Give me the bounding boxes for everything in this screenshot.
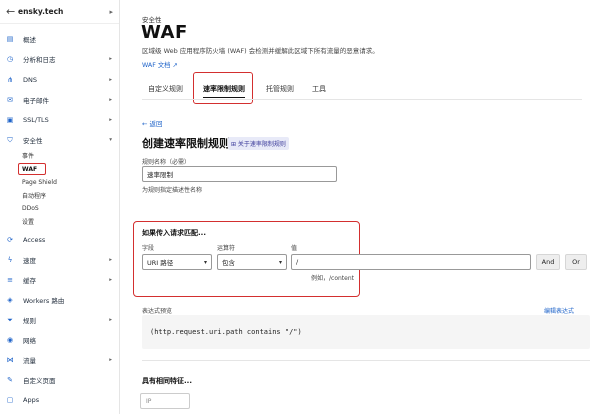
operator-select[interactable]: 包含 ▾ [217,254,287,270]
tab-divider [142,99,582,100]
sidebar-item-label: Workers 路由 [23,297,65,305]
sidebar-sub-events[interactable]: 事件 [22,150,34,161]
sidebar: ← ensky.tech ▸ ▤ 概述 ◷ 分析和日志 ▸ ⋔ DNS ▸ ✉ … [0,0,120,414]
site-selector[interactable]: ← ensky.tech ▸ [0,0,119,24]
back-link[interactable]: ← 返回 [142,118,163,128]
sidebar-item-label: 速度 [23,257,36,265]
tab-managed-rules[interactable]: 托管规则 [266,80,294,98]
characteristic-select[interactable]: IP [140,393,190,409]
caret-down-icon: ▾ [203,258,207,266]
sidebar-item-overview[interactable]: ▤ 概述 [0,32,120,46]
sidebar-item-label: 流量 [23,357,36,365]
lock-icon: ▣ [6,116,14,124]
section-divider [142,360,590,361]
match-section-title: 如果传入请求匹配... [142,229,206,237]
sidebar-item-rules[interactable]: ⏷ 规则 ▸ [0,313,120,327]
sidebar-item-caching[interactable]: ≡ 缓存 ▸ [0,273,120,287]
network-icon: ⋔ [7,76,13,84]
sidebar-item-label: 安全性 [23,137,43,145]
stack-icon: ≡ [7,276,13,284]
value-hint: 例如，/content [311,275,354,282]
sidebar-item-ssl[interactable]: ▣ SSL/TLS ▸ [0,113,120,127]
wrench-icon: ✎ [7,376,13,384]
sidebar-item-apps[interactable]: ▢ Apps [0,393,120,407]
sidebar-item-security[interactable]: ⛉ 安全性 ▾ [0,133,120,147]
sidebar-item-label: 分析和日志 [23,56,56,64]
page-title: WAF [141,22,188,43]
chevron-right-icon: ▸ [109,277,112,283]
sidebar-item-label: Apps [23,396,40,404]
chevron-right-icon: ▸ [109,117,112,123]
tab-custom-rules[interactable]: 自定义规则 [148,80,183,98]
site-name: ensky.tech [18,7,64,16]
chevron-right-icon: ▸ [109,257,112,263]
operator-select-value: 包含 [222,259,235,267]
sidebar-item-label: 规则 [23,317,36,325]
sidebar-sub-settings[interactable]: 设置 [22,216,34,227]
apps-icon: ▢ [6,396,14,404]
back-arrow-icon[interactable]: ← [6,5,18,18]
sidebar-sub-bots[interactable]: 自动程序 [22,190,46,201]
sidebar-item-network[interactable]: ◉ 网络 [0,333,120,347]
access-icon: ⟳ [7,236,13,244]
main-content: 安全性 WAF 区域级 Web 应用程序防火墙 (WAF) 会检测并缓解此区域下… [120,0,600,414]
chevron-down-icon: ▾ [109,137,112,143]
sidebar-item-traffic[interactable]: ⋈ 流量 ▸ [0,353,120,367]
same-characteristics-title: 具有相同特征... [142,377,192,385]
field-select-value: URI 路径 [147,259,174,267]
sidebar-item-speed[interactable]: ϟ 速度 ▸ [0,253,120,267]
share-icon: ⋈ [6,356,14,364]
field-select[interactable]: URI 路径 ▾ [142,254,212,270]
rule-name-input[interactable]: 速率限制 [142,166,337,182]
sidebar-item-label: SSL/TLS [23,116,49,124]
sidebar-item-workers[interactable]: ◈ Workers 路由 [0,293,120,307]
caret-down-icon: ▾ [278,258,282,266]
tab-tools[interactable]: 工具 [312,80,326,98]
or-button[interactable]: Or [565,254,587,270]
section-heading: 创建速率限制规则 [142,137,230,150]
value-input[interactable]: / [291,254,531,270]
pin-icon: ◉ [6,336,14,344]
sidebar-item-email[interactable]: ✉ 电子邮件 ▸ [0,93,120,107]
sidebar-item-label: 自定义页面 [23,377,56,385]
chevron-right-icon: ▸ [109,7,113,16]
chevron-right-icon: ▸ [109,56,112,62]
clock-icon: ◷ [6,55,14,63]
sidebar-item-label: 网络 [23,337,36,345]
chevron-right-icon: ▸ [109,97,112,103]
chevron-right-icon: ▸ [109,317,112,323]
operator-label: 运算符 [217,245,236,252]
about-rate-limit-link[interactable]: ⊞ 关于速率限制规则 [228,137,289,150]
sidebar-item-access[interactable]: ⟳ Access [0,233,120,247]
page-description: 区域级 Web 应用程序防火墙 (WAF) 会检测并缓解此区域下所有流量的恶意请… [142,47,379,55]
sidebar-item-label: 概述 [23,36,36,44]
waf-docs-link[interactable]: WAF 文档 ↗ [142,60,178,69]
sidebar-item-label: 电子邮件 [23,97,49,105]
envelope-icon: ✉ [7,96,13,104]
funnel-icon: ⏷ [7,315,13,324]
and-button[interactable]: And [536,254,560,270]
sidebar-item-custom-pages[interactable]: ✎ 自定义页面 [0,373,120,387]
sidebar-item-analytics[interactable]: ◷ 分析和日志 ▸ [0,52,120,66]
rule-name-label: 规则名称（必需） [142,159,191,166]
sidebar-sub-page-shield[interactable]: Page Shield [22,177,57,188]
chevron-right-icon: ▸ [109,357,112,363]
expression-preview: (http.request.uri.path contains "/") [142,315,590,349]
expression-preview-label: 表达式预览 [142,308,173,315]
document-icon: ▤ [6,35,14,43]
sidebar-sub-ddos[interactable]: DDoS [22,203,39,214]
rule-name-hint: 为规则指定描述性名称 [142,187,203,194]
sidebar-item-dns[interactable]: ⋔ DNS ▸ [0,73,120,87]
value-label: 值 [291,245,298,252]
bolt-icon: ϟ [7,256,13,264]
waf-highlight-box [18,163,46,175]
chevron-right-icon: ▸ [109,77,112,83]
sidebar-item-label: 缓存 [23,277,36,285]
sidebar-item-label: DNS [23,76,37,84]
edit-expression-link[interactable]: 编辑表达式 [544,306,574,315]
field-label: 字段 [142,245,155,252]
sidebar-item-label: Access [23,236,46,244]
shield-icon: ⛉ [7,135,13,144]
workers-icon: ◈ [7,296,13,304]
